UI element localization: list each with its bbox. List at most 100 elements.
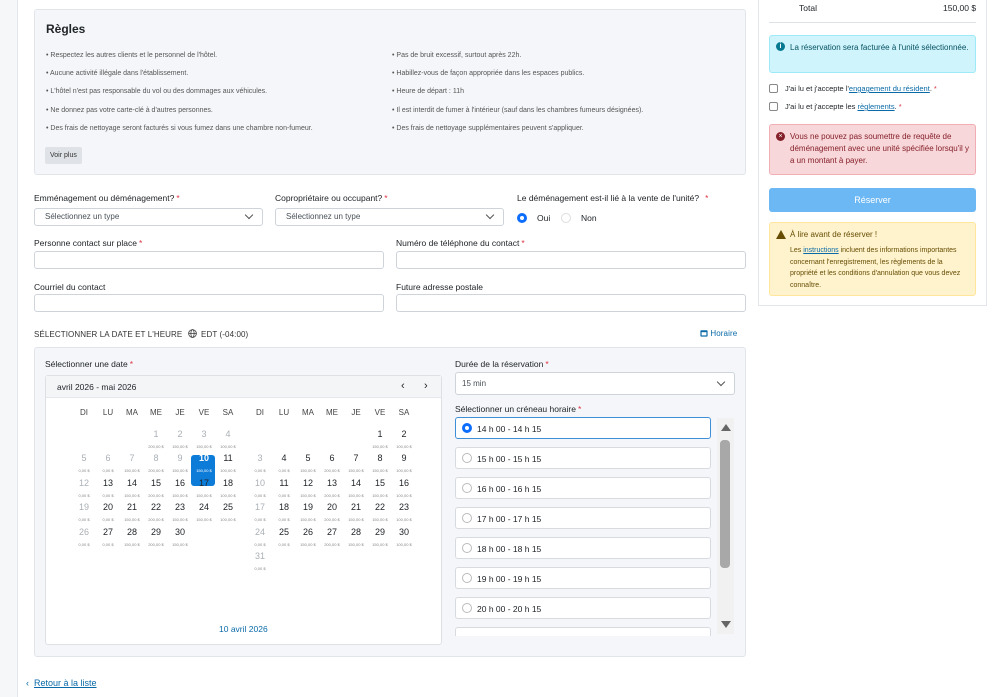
scroll-up-icon[interactable] — [721, 424, 731, 431]
scroll-down-icon[interactable] — [721, 621, 731, 628]
may-day-13[interactable]: 13 — [321, 478, 343, 488]
time-slot[interactable]: 15 h 00 - 15 h 15 — [455, 447, 711, 469]
may-day-25[interactable]: 25 — [273, 527, 295, 537]
rules-link[interactable]: règlements — [857, 102, 894, 111]
horaire-link[interactable]: Horaire — [700, 329, 737, 338]
phone-input[interactable] — [396, 251, 746, 269]
may-day-26[interactable]: 26 — [297, 527, 319, 537]
may-day-8[interactable]: 8 — [369, 453, 391, 463]
yes-radio[interactable] — [517, 213, 527, 223]
resident-commitment-label: J'ai lu et j'accepte l'engagement du rés… — [785, 84, 937, 93]
back-link[interactable]: ‹ Retour à la liste — [26, 678, 97, 688]
no-radio[interactable] — [561, 213, 571, 223]
next-month-icon[interactable]: › — [424, 380, 428, 392]
resident-commitment-checkbox[interactable] — [769, 84, 778, 93]
may-day-12[interactable]: 12 — [297, 478, 319, 488]
day-price: 150,00 $ — [348, 468, 364, 474]
day-price: 100,00 $ — [396, 468, 412, 474]
time-slot[interactable]: 17 h 00 - 17 h 15 — [455, 507, 711, 529]
day-price: 150,00 $ — [372, 492, 388, 498]
email-input[interactable] — [34, 294, 384, 312]
may-day-5[interactable]: 5 — [297, 453, 319, 463]
instructions-link[interactable]: instructions — [803, 247, 838, 254]
april-day-4: 4 — [225, 429, 231, 439]
may-day-9[interactable]: 9 — [393, 453, 415, 463]
may-day-4[interactable]: 4 — [273, 453, 295, 463]
move-type-select[interactable]: Sélectionnez un type — [34, 208, 263, 226]
may-day-20[interactable]: 20 — [321, 502, 343, 512]
rules-panel: Règles • Respectez les autres clients et… — [34, 9, 746, 175]
april-day-27[interactable]: 27 — [97, 527, 119, 537]
april-day-29[interactable]: 29 — [145, 527, 167, 537]
may-day-22[interactable]: 22 — [369, 502, 391, 512]
day-price: 100,00 $ — [220, 517, 236, 523]
may-day-28[interactable]: 28 — [345, 527, 367, 537]
address-input[interactable] — [396, 294, 746, 312]
may-day-27[interactable]: 27 — [321, 527, 343, 537]
april-day-30[interactable]: 30 — [169, 527, 191, 537]
may-day-19[interactable]: 19 — [297, 502, 319, 512]
calendar-range: avril 2026 - mai 2026 — [57, 382, 137, 392]
rules-accept-label: J'ai lu et j'accepte les règlements. * — [785, 102, 902, 111]
may-day-1[interactable]: 1 — [369, 429, 391, 439]
day-price: 0,00 $ — [278, 517, 290, 523]
see-more-button[interactable]: Voir plus — [45, 147, 82, 164]
april-day-28[interactable]: 28 — [121, 527, 143, 537]
april-day-16[interactable]: 16 — [169, 478, 191, 488]
rules-checkbox[interactable] — [769, 102, 778, 111]
day-price: 0,00 $ — [278, 492, 290, 498]
may-day-7[interactable]: 7 — [345, 453, 367, 463]
scroll-thumb[interactable] — [720, 440, 730, 568]
april-day-21[interactable]: 21 — [121, 502, 143, 512]
slot-scrollbar[interactable] — [717, 418, 734, 634]
day-price: 0,00 $ — [278, 468, 290, 474]
weekday-label: MA — [302, 408, 314, 417]
may-day-15[interactable]: 15 — [369, 478, 391, 488]
day-price: 150,00 $ — [372, 541, 388, 547]
april-day-24[interactable]: 24 — [193, 502, 215, 512]
may-day-11[interactable]: 11 — [273, 478, 295, 488]
april-day-10[interactable]: 10 — [193, 453, 215, 463]
weekday-label: SA — [222, 408, 234, 417]
time-slot[interactable]: 19 h 00 - 19 h 15 — [455, 567, 711, 589]
april-day-25[interactable]: 25 — [217, 502, 239, 512]
april-day-14[interactable]: 14 — [121, 478, 143, 488]
time-slot[interactable] — [455, 627, 711, 636]
may-day-23[interactable]: 23 — [393, 502, 415, 512]
resident-commitment-link[interactable]: engagement du résident — [849, 84, 930, 93]
april-day-22[interactable]: 22 — [145, 502, 167, 512]
april-day-13[interactable]: 13 — [97, 478, 119, 488]
day-price: 100,00 $ — [396, 541, 412, 547]
april-day-18[interactable]: 18 — [217, 478, 239, 488]
owner-type-select[interactable]: Sélectionnez un type — [275, 208, 504, 226]
time-slot[interactable]: 20 h 00 - 20 h 15 — [455, 597, 711, 619]
may-day-6[interactable]: 6 — [321, 453, 343, 463]
duration-select[interactable]: 15 min — [455, 372, 735, 395]
day-price: 200,00 $ — [148, 517, 164, 523]
april-day-17[interactable]: 17 — [193, 478, 215, 488]
slot-radio — [462, 423, 472, 433]
may-day-2[interactable]: 2 — [393, 429, 415, 439]
slot-label: 16 h 00 - 16 h 15 — [477, 484, 542, 494]
may-day-29[interactable]: 29 — [369, 527, 391, 537]
april-day-11[interactable]: 11 — [217, 453, 239, 463]
error-text: Vous ne pouvez pas soumettre de requête … — [790, 132, 969, 165]
prev-month-icon[interactable]: ‹ — [401, 380, 405, 392]
time-slot[interactable]: 18 h 00 - 18 h 15 — [455, 537, 711, 559]
selected-date-text: 10 avril 2026 — [219, 624, 268, 634]
may-day-21[interactable]: 21 — [345, 502, 367, 512]
april-day-23[interactable]: 23 — [169, 502, 191, 512]
may-day-30[interactable]: 30 — [393, 527, 415, 537]
time-slot[interactable]: 14 h 00 - 14 h 15 — [455, 417, 711, 439]
may-day-18[interactable]: 18 — [273, 502, 295, 512]
contact-label: Personne contact sur place * — [34, 238, 143, 248]
may-day-16[interactable]: 16 — [393, 478, 415, 488]
may-day-14[interactable]: 14 — [345, 478, 367, 488]
reserve-button[interactable]: Réserver — [769, 188, 976, 212]
day-price: 0,00 $ — [78, 492, 90, 498]
day-price: 150,00 $ — [124, 492, 140, 498]
april-day-15[interactable]: 15 — [145, 478, 167, 488]
april-day-20[interactable]: 20 — [97, 502, 119, 512]
contact-input[interactable] — [34, 251, 384, 269]
time-slot[interactable]: 16 h 00 - 16 h 15 — [455, 477, 711, 499]
